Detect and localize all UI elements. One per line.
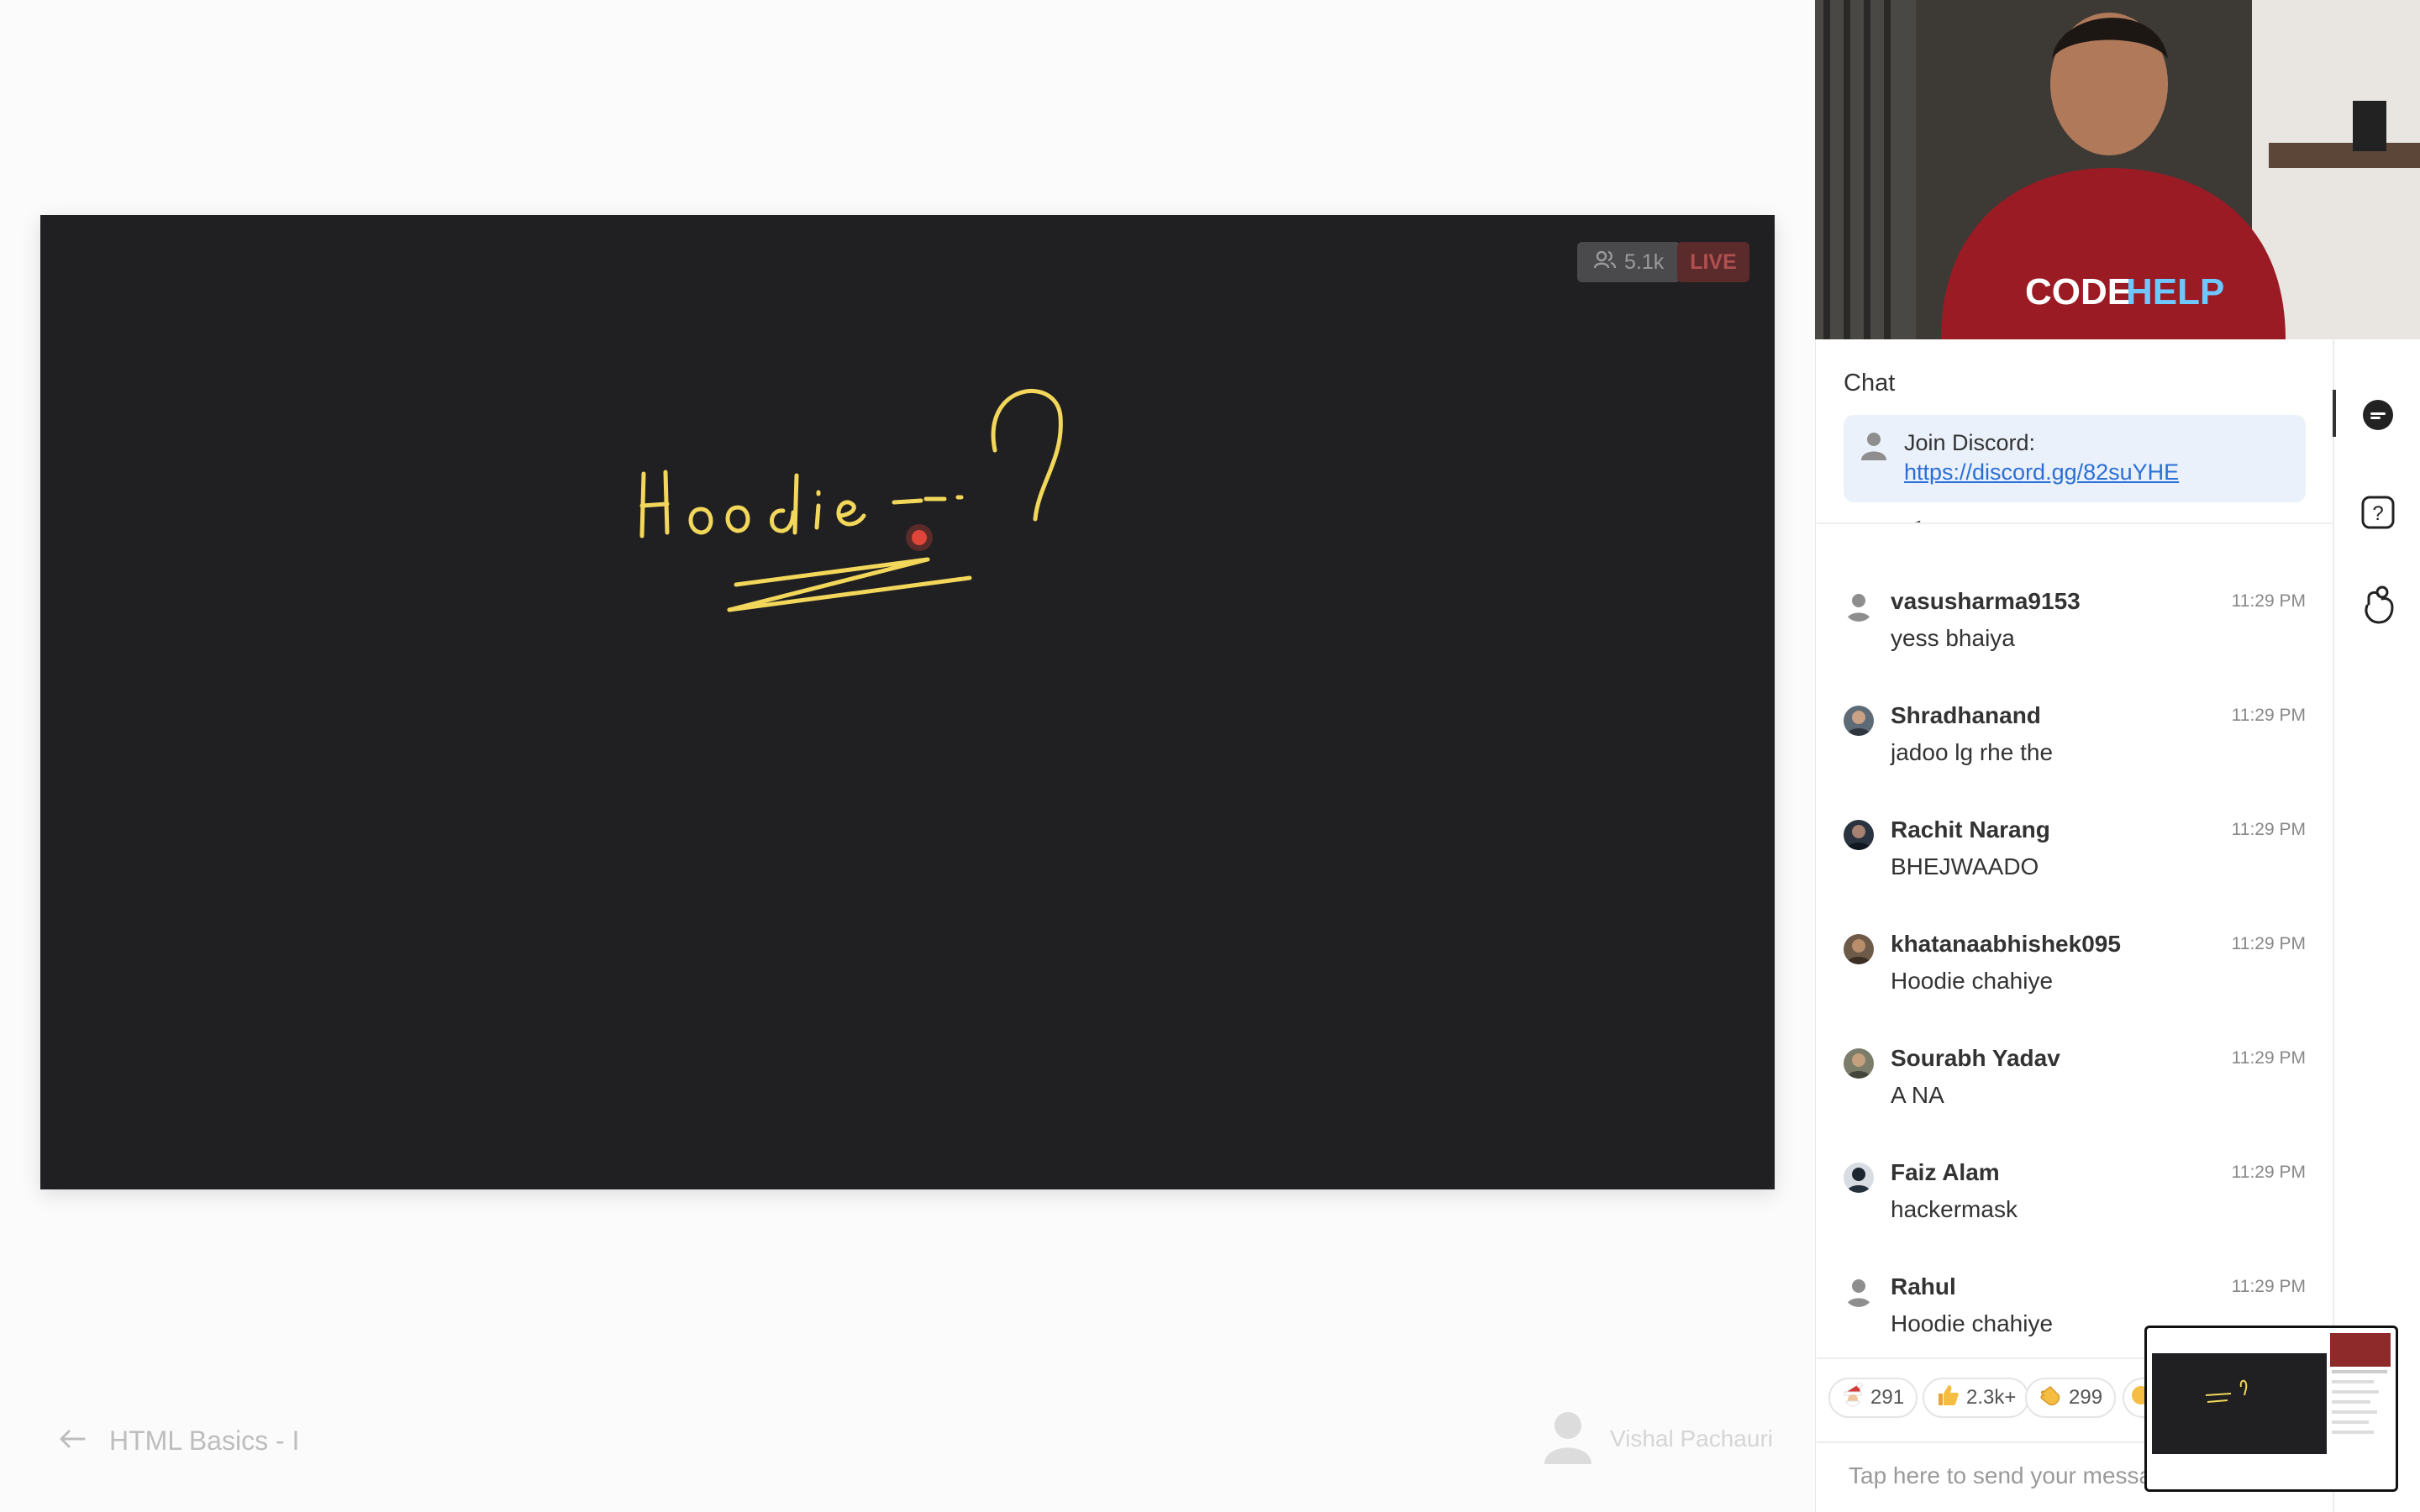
reaction-clap[interactable]: 299 xyxy=(2025,1378,2117,1418)
message-time: 11:29 PM xyxy=(2231,1048,2306,1068)
default-avatar-icon xyxy=(1844,1277,1874,1307)
stream-thumbnail[interactable] xyxy=(2144,1326,2398,1492)
lesson-title: HTML Basics - I xyxy=(109,1425,300,1456)
user-avatar xyxy=(1844,1048,1874,1079)
question-icon[interactable]: ? xyxy=(2356,491,2400,534)
chat-message: Shradhanand 11:29 PM jadoo lg rhe the xyxy=(1844,697,2306,790)
chat-message: Sourabh Yadav 11:29 PM A NA xyxy=(1844,1040,2306,1132)
lesson-back-row[interactable]: HTML Basics - I xyxy=(59,1420,299,1462)
viewer-count-badge: 5.1k xyxy=(1577,242,1681,282)
svg-text:CODE: CODE xyxy=(2025,271,2132,312)
svg-text:HELP: HELP xyxy=(2126,271,2224,312)
live-badge: LIVE xyxy=(1677,242,1749,282)
pinned-message: Join Discord: https://discord.gg/82suYHE xyxy=(1844,415,2306,502)
reaction-count: 299 xyxy=(2069,1386,2103,1409)
message-text: jadoo lg rhe the xyxy=(1891,739,2054,765)
instructor-name: Vishal Pachauri xyxy=(1609,1425,1773,1452)
santa-icon xyxy=(1842,1382,1864,1414)
active-tab-indicator xyxy=(2333,390,2336,437)
people-icon xyxy=(1593,250,1617,275)
instructor-info: Vishal Pachauri xyxy=(1541,1407,1773,1471)
chat-icon[interactable] xyxy=(2356,393,2400,437)
chat-message: khatanaabhishek095 11:29 PM Hoodie chahi… xyxy=(1844,926,2306,1018)
chat-title: Chat xyxy=(1844,370,1896,396)
raise-hand-icon[interactable] xyxy=(2356,583,2400,627)
divider xyxy=(1817,522,2333,524)
instructor-video: CODE HELP xyxy=(1815,0,2420,339)
message-text: BHEJWAADO xyxy=(1891,853,2039,879)
default-avatar-icon xyxy=(1859,430,1889,466)
arrow-left-icon[interactable] xyxy=(59,1429,86,1453)
user-avatar xyxy=(1844,934,1874,964)
viewer-count: 5.1k xyxy=(1624,249,1665,274)
message-time: 11:29 PM xyxy=(2231,1277,2306,1296)
instructor-avatar-icon xyxy=(1541,1409,1595,1470)
message-text: Hoodie chahiye xyxy=(1891,1310,2054,1336)
reaction-count: 291 xyxy=(1870,1386,1905,1409)
message-author: Faiz Alam xyxy=(1891,1159,2000,1185)
whiteboard: 5.1k LIVE xyxy=(40,215,1775,1189)
message-text: yess bhaiya xyxy=(1891,625,2015,651)
message-time: 11:29 PM xyxy=(2231,820,2306,839)
chat-message: vasusharma9153 11:29 PM yess bhaiya xyxy=(1844,583,2306,675)
thumbs-up-icon xyxy=(1936,1383,1960,1413)
reaction-count: 2.3k+ xyxy=(1966,1386,2017,1409)
message-text: A NA xyxy=(1891,1082,1944,1108)
message-author: Shradhanand xyxy=(1891,702,2041,728)
chat-message: Rachit Narang 11:29 PM BHEJWAADO xyxy=(1844,811,2306,904)
discord-link[interactable]: https://discord.gg/82suYHE xyxy=(1904,459,2289,486)
message-text: Hoodie chahiye xyxy=(1891,968,2054,994)
message-author: khatanaabhishek095 xyxy=(1891,931,2121,957)
message-text: hackermask xyxy=(1891,1196,2018,1222)
message-time: 11:29 PM xyxy=(2231,706,2306,725)
default-avatar-icon xyxy=(1844,591,1874,622)
reaction-thumbs-up[interactable]: 2.3k+ xyxy=(1923,1378,2030,1418)
user-avatar xyxy=(1844,706,1874,736)
message-author: vasusharma9153 xyxy=(1891,588,2081,614)
message-author: Rachit Narang xyxy=(1891,816,2050,843)
svg-text:?: ? xyxy=(2372,502,2383,525)
handwriting-drawing xyxy=(639,388,1063,612)
message-time: 11:29 PM xyxy=(2231,934,2306,953)
message-author: Rahul xyxy=(1891,1273,1956,1299)
message-time: 11:29 PM xyxy=(2231,591,2306,611)
user-avatar xyxy=(1844,820,1874,850)
clap-icon xyxy=(2039,1383,2062,1413)
chat-message: Faiz Alam 11:29 PM hackermask xyxy=(1844,1154,2306,1247)
message-author: Sourabh Yadav xyxy=(1891,1045,2060,1071)
user-avatar xyxy=(1844,1163,1874,1193)
message-time: 11:29 PM xyxy=(2231,1163,2306,1182)
pinned-text: Join Discord: xyxy=(1904,430,2036,455)
reaction-santa[interactable]: 291 xyxy=(1828,1378,1918,1418)
